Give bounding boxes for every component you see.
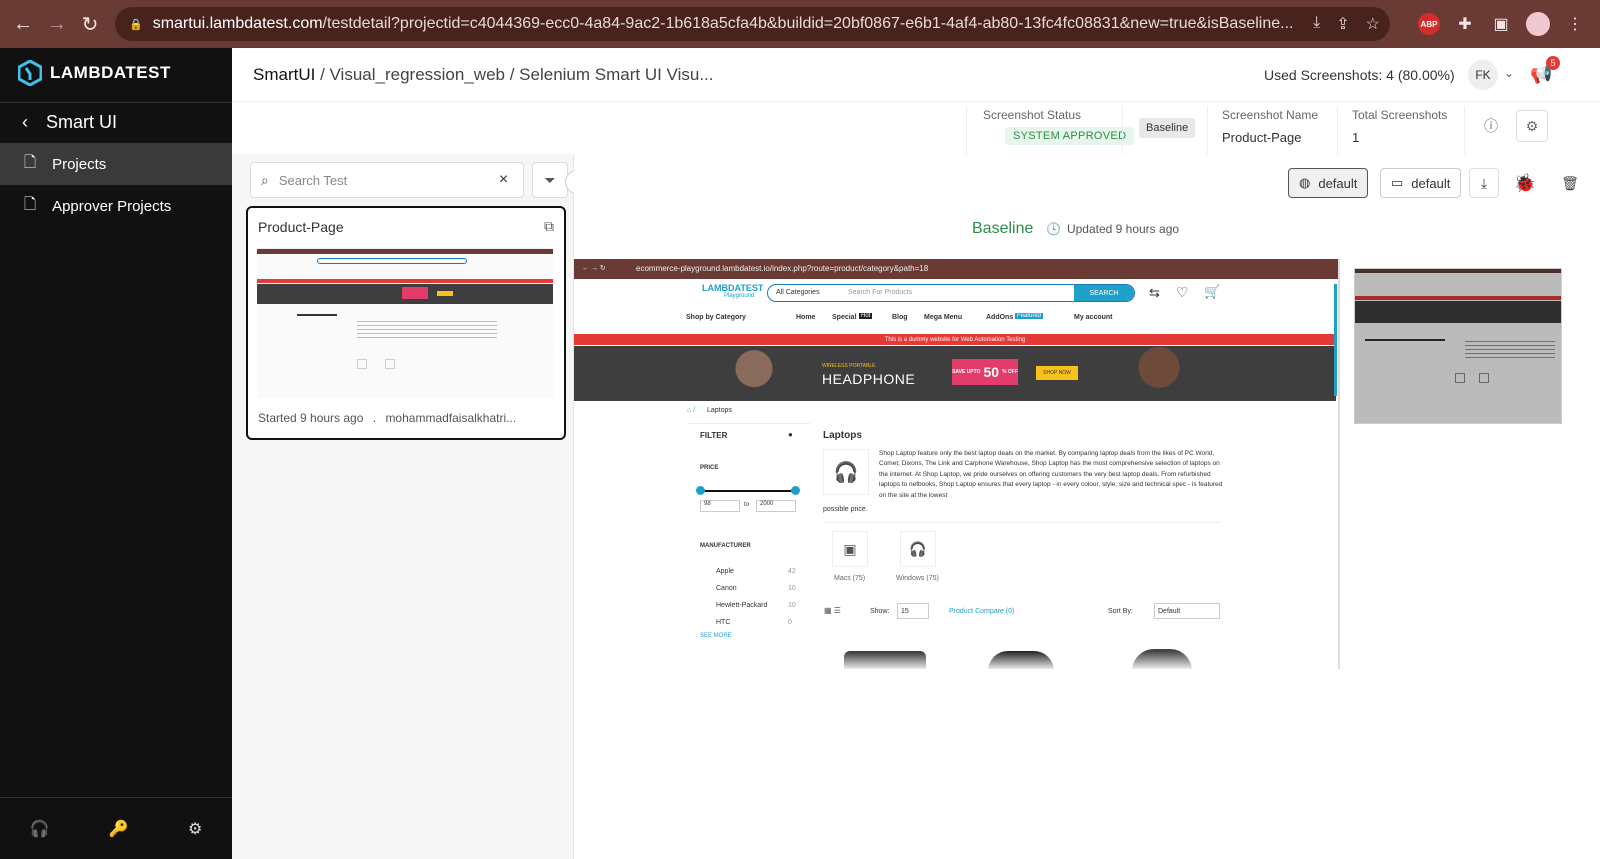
lambdatest-logo-icon — [18, 60, 42, 86]
screenshot-card[interactable]: Product-Page ⧉ Started 9 hours ago . moh… — [246, 206, 566, 440]
breadcrumb-project[interactable]: / Visual_regression_web / — [320, 65, 514, 84]
integrations-icon[interactable]: ⚙ — [188, 819, 202, 839]
browser-toolbar: ← → ↻ 🔒 smartui.lambdatest.com/testdetai… — [0, 0, 1600, 48]
bug-report-icon[interactable]: 🐞 — [1510, 168, 1540, 198]
minimap-thumbnail[interactable] — [1354, 268, 1562, 424]
sidebar-footer: 🎧 🔑 ⚙ — [0, 797, 232, 859]
search-icon: ⌕ — [261, 171, 269, 188]
lambdatest-logo[interactable]: LAMBDATEST — [18, 60, 171, 86]
install-icon[interactable]: ⤓ — [1313, 14, 1320, 34]
status-label: Screenshot Status — [983, 108, 1082, 122]
divider — [0, 102, 232, 103]
shot-browser-bar: ← → ↻ ecommerce-playground.lambdatest.io… — [574, 259, 1338, 279]
back-arrow-icon[interactable]: ← — [6, 7, 40, 41]
chevron-left-icon: ‹ — [22, 112, 28, 132]
baseline-screenshot[interactable]: ← → ↻ ecommerce-playground.lambdatest.io… — [574, 259, 1340, 669]
divider — [1337, 106, 1338, 154]
screenshot-usage: Used Screenshots: 4 (80.00%) — [1264, 67, 1455, 83]
document-icon: 🗋 — [24, 153, 37, 171]
bookmark-star-icon[interactable]: ☆ — [1366, 14, 1380, 34]
page-header: SmartUI / Visual_regression_web / Seleni… — [232, 48, 1600, 102]
section-title: Smart UI — [46, 112, 118, 132]
shot-mac-image: ▣ — [832, 531, 868, 567]
device-select-button[interactable]: ▭ default — [1380, 168, 1462, 198]
baseline-label: Baseline — [972, 220, 1034, 237]
share-icon[interactable]: ⇪ — [1336, 14, 1349, 34]
breadcrumb-build[interactable]: Selenium Smart UI Visu... — [519, 65, 713, 84]
name-value: Product-Page — [1222, 130, 1302, 145]
search-input[interactable] — [278, 172, 489, 188]
lock-icon: 🔒 — [129, 18, 143, 31]
shot-cart-icon: 🛒 — [1204, 284, 1221, 299]
download-icon[interactable]: ⤓ — [1469, 168, 1499, 198]
logo-text: LAMBDATEST — [50, 63, 171, 82]
globe-icon: ◍ — [1299, 175, 1311, 190]
author-name: mohammadfaisalkhatri... — [385, 411, 517, 425]
total-label: Total Screenshots — [1352, 108, 1448, 122]
monitor-icon: ▭ — [1391, 175, 1404, 190]
shot-windows-image: 🎧 — [900, 531, 936, 567]
forward-arrow-icon[interactable]: → — [40, 7, 74, 41]
chevron-down-icon[interactable]: ⌄ — [1504, 66, 1514, 80]
url-text: smartui.lambdatest.com/testdetail?projec… — [152, 15, 1294, 32]
divider — [966, 106, 967, 154]
search-box: ⌕ × — [250, 162, 524, 198]
shot-category-image: 🎧 — [823, 449, 869, 495]
updated-time: 🕓 Updated 9 hours ago — [1046, 222, 1180, 236]
breadcrumb-smartui[interactable]: SmartUI — [253, 65, 315, 84]
screenshot-thumbnail[interactable] — [257, 248, 553, 398]
shot-heart-icon: ♡ — [1176, 284, 1189, 300]
screenshot-meta-bar: Screenshot Status SYSTEM APPROVED Baseli… — [232, 102, 1600, 154]
name-label: Screenshot Name — [1222, 108, 1319, 122]
reload-icon[interactable]: ↻ — [73, 7, 107, 41]
user-avatar[interactable]: FK — [1468, 60, 1498, 90]
settings-gear-icon[interactable]: ⚙ — [1516, 110, 1548, 142]
notification-badge: 5 — [1546, 56, 1560, 70]
copy-icon[interactable]: ⧉ — [544, 218, 554, 235]
trash-icon[interactable]: 🗑 — [1555, 168, 1585, 198]
sidebar: LAMBDATEST ‹ Smart UI 🗋 Projects 🗋 Appro… — [0, 48, 232, 859]
address-bar[interactable]: 🔒 smartui.lambdatest.com/testdetail?proj… — [115, 7, 1390, 41]
baseline-header: Baseline 🕓 Updated 9 hours ago — [574, 210, 1600, 250]
clear-search-icon[interactable]: × — [499, 171, 508, 189]
divider — [1464, 106, 1465, 154]
sidebar-item-approver-projects[interactable]: 🗋 Approver Projects — [0, 185, 232, 227]
shot-scrollbar[interactable] — [1334, 284, 1337, 396]
baseline-tag: Baseline — [1139, 118, 1196, 138]
shot-compare-icon: ⇆ — [1149, 285, 1160, 300]
card-footer: Started 9 hours ago . mohammadfaisalkhat… — [258, 411, 517, 425]
document-icon: 🗋 — [24, 195, 37, 213]
total-value: 1 — [1352, 130, 1360, 145]
divider — [1207, 106, 1208, 154]
filter-funnel-icon[interactable]: ⏷ — [532, 162, 568, 198]
profile-avatar-icon[interactable] — [1526, 12, 1550, 36]
shot-red-strip: This is a dummy website for Web Automati… — [574, 334, 1336, 345]
back-to-smart-ui[interactable]: ‹ Smart UI — [22, 112, 117, 133]
info-icon[interactable]: ⓘ — [1475, 110, 1507, 142]
status-badge: SYSTEM APPROVED — [1005, 127, 1135, 145]
started-time: Started 9 hours ago — [258, 411, 364, 425]
shot-logo: LAMBDATEST — [702, 283, 764, 293]
breadcrumb: SmartUI / Visual_regression_web / Seleni… — [253, 65, 714, 85]
card-title: Product-Page — [258, 219, 344, 235]
clock-icon: 🕓 — [1046, 222, 1061, 236]
sidebar-item-label: Projects — [52, 155, 107, 173]
browser-select-button[interactable]: ◍ default — [1288, 168, 1369, 198]
shot-save-badge: SAVE UPTO 50 % OFF — [952, 359, 1018, 385]
divider — [1122, 106, 1123, 154]
shot-search-bar: All Categories Search For Products SEARC… — [767, 284, 1135, 302]
extensions-puzzle-icon[interactable]: ✚ — [1454, 13, 1476, 35]
key-icon[interactable]: 🔑 — [109, 819, 129, 839]
screenshot-list-panel: ⌕ × ⏷ ‹ Product-Page ⧉ Started 9 hours a… — [232, 154, 589, 859]
screenshot-viewer: ◍ default ▭ default ⤓ 🐞 🗑 Baseline 🕓 Upda… — [574, 154, 1600, 859]
browser-menu-icon[interactable]: ⋮ — [1564, 13, 1586, 35]
sidebar-item-label: Approver Projects — [52, 197, 172, 215]
headset-support-icon[interactable]: 🎧 — [30, 819, 50, 839]
side-panel-icon[interactable]: ▣ — [1490, 13, 1512, 35]
adblock-plus-icon[interactable]: ABP — [1418, 13, 1440, 35]
sidebar-item-projects[interactable]: 🗋 Projects — [0, 143, 232, 185]
shot-url: ecommerce-playground.lambdatest.io/index… — [636, 264, 929, 273]
